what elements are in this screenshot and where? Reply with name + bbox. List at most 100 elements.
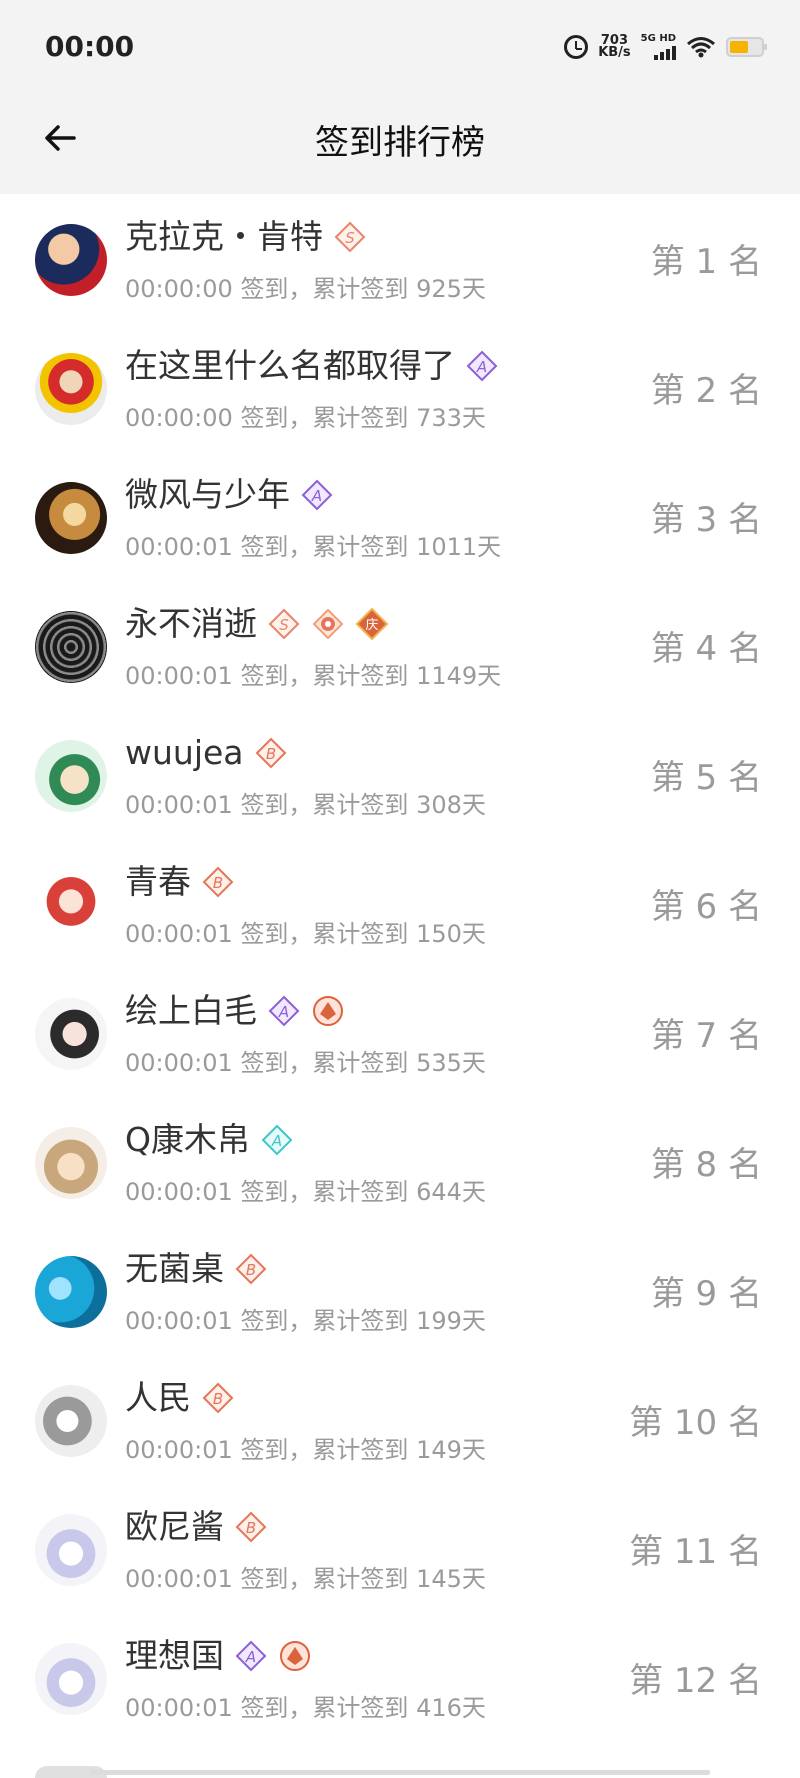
status-icons: 703 KB/s 5G HD [564, 34, 767, 60]
svg-text:S: S [345, 229, 355, 247]
svg-text:A: A [278, 1003, 289, 1021]
svg-text:B: B [246, 1519, 256, 1537]
rank-label: 第 11 名 [629, 1532, 762, 1572]
svg-text:庆: 庆 [365, 618, 378, 633]
rank-label: 第 9 名 [650, 1274, 762, 1314]
wifi-icon [687, 37, 715, 58]
sign-info: 00:00:01 签到，累计签到 1149天 [125, 662, 502, 690]
rank-label: 第 7 名 [650, 1016, 762, 1056]
ranking-row[interactable]: 人民 B 00:00:01 签到，累计签到 149天 第 10 名 [0, 1355, 800, 1484]
user-name-group: 克拉克・肯特 S [125, 216, 367, 258]
rank-label: 第 3 名 [650, 500, 762, 540]
badge-a-icon: A [301, 479, 333, 511]
svg-text:A: A [271, 1132, 282, 1150]
anime-avatar-icon[interactable] [35, 1385, 107, 1457]
superhero-avatar-icon[interactable] [35, 224, 107, 296]
anime-avatar-icon[interactable] [35, 1514, 107, 1586]
sign-info: 00:00:01 签到，累计签到 1011天 [125, 533, 502, 561]
svg-text:B: B [265, 745, 275, 763]
battery-icon [726, 37, 767, 57]
ranking-row[interactable]: 永不消逝 S 庆 00:00:01 签到，累计签到 1149天 第 4 名 [0, 581, 800, 710]
sign-info: 00:00:01 签到，累计签到 149天 [125, 1436, 486, 1464]
rank-label: 第 10 名 [629, 1403, 762, 1443]
anime-avatar-icon[interactable] [35, 869, 107, 941]
sign-info: 00:00:01 签到，累计签到 150天 [125, 920, 486, 948]
badge-crest-icon [313, 996, 343, 1026]
user-name: 青春 [125, 862, 191, 901]
rank-label: 第 12 名 [629, 1661, 762, 1701]
svg-text:A: A [311, 487, 322, 505]
ranking-row[interactable]: 青春 B 00:00:01 签到，累计签到 150天 第 6 名 [0, 839, 800, 968]
badge-s-icon: S [268, 608, 300, 640]
rank-label: 第 2 名 [650, 371, 762, 411]
badge-b-icon: B [235, 1511, 267, 1543]
sign-info: 00:00:00 签到，累计签到 925天 [125, 275, 486, 303]
user-name-group: 绘上白毛 A [125, 990, 345, 1032]
user-name-group: 人民 B [125, 1377, 235, 1419]
badge-a-teal-icon: A [261, 1124, 293, 1156]
badge-a-icon: A [268, 995, 300, 1027]
user-name: 绘上白毛 [125, 991, 257, 1030]
badge-flower-icon [312, 608, 344, 640]
user-name-group: 欧尼酱 B [125, 1506, 268, 1548]
ranking-row[interactable]: 理想国 A 00:00:01 签到，累计签到 416天 第 12 名 [0, 1613, 800, 1742]
user-name: 在这里什么名都取得了 [125, 346, 455, 385]
speed-unit: KB/s [598, 45, 631, 60]
badge-b-icon: B [255, 737, 286, 769]
alarm-icon [564, 35, 589, 59]
user-name-group: wuujea B [125, 732, 288, 774]
network-type: 5G HD [640, 33, 676, 44]
user-name-group: 永不消逝 S 庆 [125, 603, 389, 645]
badge-s-icon: S [334, 221, 366, 253]
user-name: 无菌桌 [125, 1249, 224, 1288]
rank-label: 第 5 名 [650, 758, 762, 798]
user-name-group: 青春 B [125, 861, 235, 903]
sign-info: 00:00:01 签到，累计签到 535天 [125, 1049, 486, 1077]
fire-avatar-icon[interactable] [35, 482, 107, 554]
user-name: 克拉克・肯特 [125, 217, 323, 256]
svg-text:S: S [279, 616, 289, 634]
badge-a-icon: A [466, 350, 498, 382]
anime-avatar-icon[interactable] [35, 1643, 107, 1715]
svg-text:B: B [213, 1390, 223, 1408]
badge-b-icon: B [202, 1382, 234, 1414]
user-name-group: 微风与少年 A [125, 474, 334, 516]
page-title: 签到排行榜 [315, 123, 485, 163]
user-name: wuujea [125, 733, 244, 772]
svg-text:B: B [246, 1261, 256, 1279]
svg-text:A: A [476, 358, 487, 376]
clown-avatar-icon[interactable] [35, 353, 107, 425]
sign-info: 00:00:01 签到，累计签到 308天 [125, 791, 486, 819]
status-time: 00:00 [45, 30, 135, 63]
sign-info: 00:00:00 签到，累计签到 733天 [125, 404, 486, 432]
user-name: 永不消逝 [125, 604, 257, 643]
badge-b-icon: B [235, 1253, 267, 1285]
sign-info: 00:00:01 签到，累计签到 644天 [125, 1178, 486, 1206]
svg-text:B: B [213, 874, 223, 892]
anime-avatar-icon[interactable] [35, 740, 107, 812]
ranking-row[interactable]: wuujea B 00:00:01 签到，累计签到 308天 第 5 名 [0, 710, 800, 839]
badge-b-icon: B [202, 866, 234, 898]
rank-label: 第 6 名 [650, 887, 762, 927]
ranking-row[interactable]: 绘上白毛 A 00:00:01 签到，累计签到 535天 第 7 名 [0, 968, 800, 1097]
ranking-row[interactable]: 无菌桌 B 00:00:01 签到，累计签到 199天 第 9 名 [0, 1226, 800, 1355]
water-avatar-icon[interactable] [35, 1256, 107, 1328]
user-name: Q康木帛 [125, 1120, 250, 1159]
badge-a-icon: A [235, 1640, 267, 1672]
badge-crest-icon [280, 1641, 310, 1671]
anime-avatar-icon[interactable] [35, 1127, 107, 1199]
badge-qing-icon: 庆 [355, 607, 389, 641]
ranking-row[interactable]: 欧尼酱 B 00:00:01 签到，累计签到 145天 第 11 名 [0, 1484, 800, 1613]
mech-avatar-icon[interactable] [35, 611, 107, 683]
rank-label: 第 1 名 [650, 242, 762, 282]
ranking-row[interactable]: 克拉克・肯特 S 00:00:00 签到，累计签到 925天 第 1 名 [0, 194, 800, 323]
ranking-row[interactable]: Q康木帛 A 00:00:01 签到，累计签到 644天 第 8 名 [0, 1097, 800, 1226]
user-name-group: 在这里什么名都取得了 A [125, 345, 499, 387]
network-speed: 703 KB/s [598, 34, 631, 60]
ranking-row[interactable]: 微风与少年 A 00:00:01 签到，累计签到 1011天 第 3 名 [0, 452, 800, 581]
ranking-row[interactable]: 在这里什么名都取得了 A 00:00:00 签到，累计签到 733天 第 2 名 [0, 323, 800, 452]
signal-bars-icon [654, 46, 676, 60]
anime-avatar-icon[interactable] [35, 998, 107, 1070]
signal-indicator: 5G HD [641, 34, 676, 60]
rank-label: 第 4 名 [650, 629, 762, 669]
